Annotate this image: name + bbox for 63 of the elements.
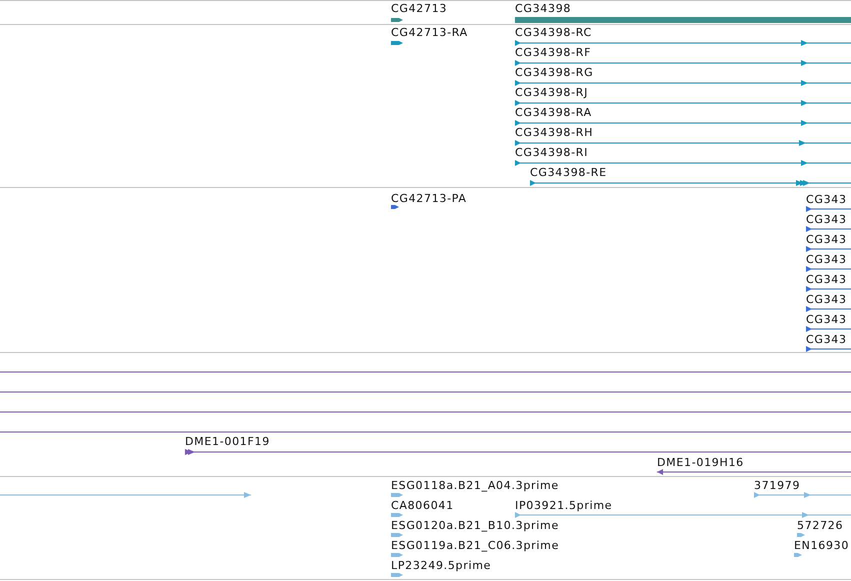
- transcript-feature[interactable]: [515, 39, 851, 47]
- feature-label: ESG0118a.B21_A04.3prime: [391, 479, 559, 492]
- feature-label: CG42713-PA: [391, 192, 467, 205]
- protein-feature[interactable]: [806, 305, 851, 313]
- feature-label: CG343: [806, 333, 847, 346]
- feature-label: IP03921.5prime: [515, 499, 612, 512]
- protein-feature[interactable]: [806, 265, 851, 273]
- feature-label: CG343: [806, 253, 847, 266]
- feature-label: CG34398-RC: [515, 26, 592, 39]
- feature-label: CG343: [806, 233, 847, 246]
- feature-label: DME1-001F19: [185, 435, 270, 448]
- feature-label: CG42713-RA: [391, 26, 468, 39]
- feature-label: CG343: [806, 193, 847, 206]
- feature-label: CG34398-RG: [515, 66, 594, 79]
- clone-feature[interactable]: [185, 448, 851, 456]
- transcript-feature[interactable]: [515, 99, 851, 107]
- est-feature[interactable]: [391, 491, 403, 499]
- protein-feature[interactable]: [806, 245, 851, 253]
- est-feature[interactable]: [0, 491, 251, 499]
- est-feature[interactable]: [754, 491, 851, 499]
- feature-label: CG34398-RJ: [515, 86, 588, 99]
- gene-feature[interactable]: [515, 16, 851, 24]
- feature-label: CG34398-RE: [530, 166, 607, 179]
- transcript-feature[interactable]: [515, 139, 851, 147]
- feature-label: 371979: [754, 479, 800, 492]
- protein-feature[interactable]: [806, 225, 851, 233]
- transcript-feature[interactable]: [515, 119, 851, 127]
- est-feature[interactable]: [391, 511, 403, 519]
- feature-label: CG34398: [515, 2, 572, 15]
- feature-label: CG343: [806, 273, 847, 286]
- est-feature[interactable]: [391, 531, 403, 539]
- clone-feature[interactable]: [657, 468, 851, 476]
- feature-label: CG343: [806, 313, 847, 326]
- est-feature[interactable]: [794, 551, 802, 559]
- transcript-feature[interactable]: [515, 59, 851, 67]
- protein-feature[interactable]: [806, 345, 851, 353]
- feature-label: ESG0119a.B21_C06.3prime: [391, 539, 560, 552]
- feature-label: CG343: [806, 213, 847, 226]
- transcript-feature[interactable]: [391, 39, 403, 47]
- feature-label: DME1-019H16: [657, 456, 744, 469]
- feature-label: EN16930: [794, 539, 850, 552]
- feature-label: ESG0120a.B21_B10.3prime: [391, 519, 559, 532]
- protein-feature[interactable]: [806, 325, 851, 333]
- gene-feature[interactable]: [391, 16, 403, 24]
- transcript-feature[interactable]: [515, 159, 851, 167]
- est-feature[interactable]: [797, 531, 805, 539]
- feature-label: CG34398-RI: [515, 146, 588, 159]
- feature-label: LP23249.5prime: [391, 559, 492, 572]
- est-feature[interactable]: [515, 511, 851, 519]
- protein-feature[interactable]: [806, 285, 851, 293]
- feature-label: CG343: [806, 293, 847, 306]
- transcript-feature[interactable]: [530, 179, 851, 187]
- protein-feature[interactable]: [806, 205, 851, 213]
- transcript-feature[interactable]: [515, 79, 851, 87]
- feature-label: CA806041: [391, 499, 454, 512]
- est-feature[interactable]: [391, 551, 403, 559]
- protein-feature[interactable]: [391, 203, 399, 211]
- feature-label: CG34398-RA: [515, 106, 592, 119]
- feature-label: CG42713: [391, 2, 448, 15]
- feature-label: CG34398-RH: [515, 126, 594, 139]
- feature-label: CG34398-RF: [515, 46, 592, 59]
- est-feature[interactable]: [391, 571, 403, 579]
- feature-label: 572726: [797, 519, 844, 532]
